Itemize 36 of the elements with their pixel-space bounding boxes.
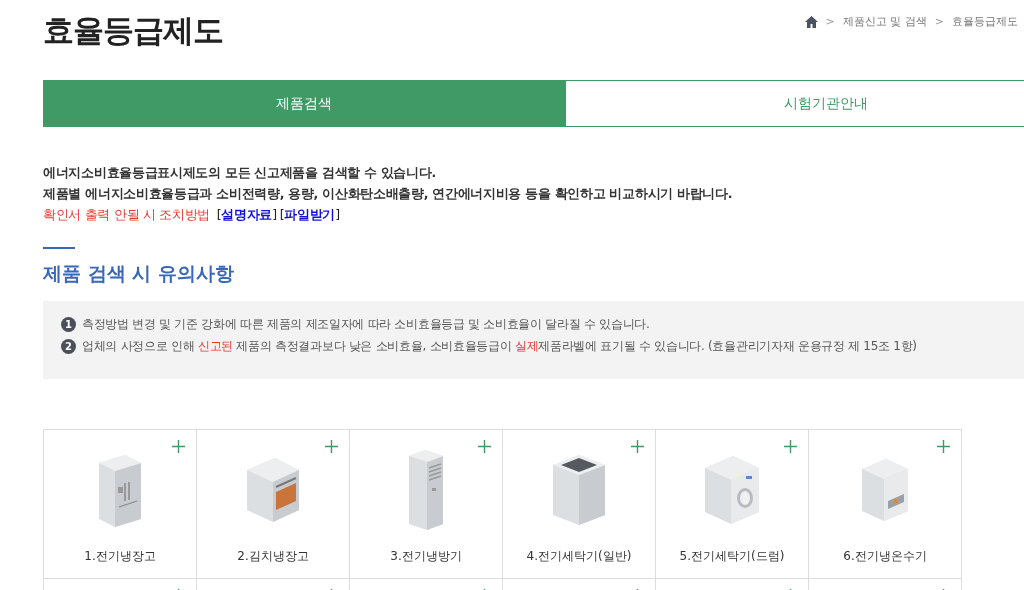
product-tile[interactable]: 4.전기세탁기(일반)	[503, 430, 656, 579]
product-tile[interactable]: 5.전기세탁기(드럼)	[656, 430, 809, 579]
notice-text: 업체의 사정으로 인해 신고된 제품의 측정결과보다 낮은 소비효율, 소비효율등급이 실제제품라벨에 표기될 수 있습니다. (효율관리기자재 운용규정 제 15조 1항)	[82, 338, 917, 355]
product-tile[interactable]: 2.김치냉장고	[197, 430, 350, 579]
home-icon[interactable]	[804, 15, 818, 28]
notice-text: 측정방법 변경 및 기준 강화에 따른 제품의 제조일자에 따라 소비효율등급 및 소비효율이 달라질 수 있습니다.	[82, 316, 650, 333]
number-badge: 1	[61, 317, 76, 332]
product-label: 1.전기냉장고	[84, 548, 156, 565]
help-text: 확인서 출력 안될 시 조치방법	[43, 207, 211, 222]
product-tile[interactable]: 6.전기냉온수기	[809, 430, 962, 579]
plus-icon[interactable]	[631, 440, 644, 453]
intro-text: 에너지소비효율등급표시제도의 모든 신고제품을 검색할 수 있습니다.	[43, 165, 437, 181]
product-label: 3.전기냉방기	[390, 548, 462, 565]
breadcrumb-link[interactable]: 제품신고 및 검색	[842, 14, 927, 29]
section-title: 제품 검색 시 유의사항	[43, 261, 235, 286]
breadcrumb-separator: >	[825, 15, 835, 28]
air-conditioner-icon	[407, 450, 445, 530]
product-label: 5.전기세탁기(드럼)	[679, 548, 785, 565]
help-link[interactable]: [설명자료]	[216, 207, 277, 222]
product-tile[interactable]: 1.전기냉장고	[44, 430, 197, 579]
product-label: 6.전기냉온수기	[843, 548, 927, 565]
product-label: 2.김치냉장고	[237, 548, 309, 565]
product-tile[interactable]: 3.전기냉방기	[350, 430, 503, 579]
intro-text: 제품별 에너지소비효율등급과 소비전력량, 용량, 이산화탄소배출량, 연간에너지비용 등을 확인하고 비교하시기 바랍니다.	[43, 186, 734, 202]
plus-icon[interactable]	[325, 440, 338, 453]
help-link[interactable]: [파일받기]	[279, 207, 340, 222]
number-badge: 2	[61, 339, 76, 354]
plus-icon[interactable]	[937, 440, 950, 453]
product-label: 4.전기세탁기(일반)	[526, 548, 632, 565]
breadcrumb-link[interactable]: 효율등급제도	[952, 14, 1018, 29]
breadcrumb-separator: >	[934, 15, 944, 28]
plus-icon[interactable]	[478, 440, 491, 453]
tab[interactable]: 시험기관안내	[565, 80, 1024, 127]
page-title: 효율등급제도	[43, 11, 223, 50]
plus-icon[interactable]	[172, 440, 185, 453]
plus-icon[interactable]	[784, 440, 797, 453]
